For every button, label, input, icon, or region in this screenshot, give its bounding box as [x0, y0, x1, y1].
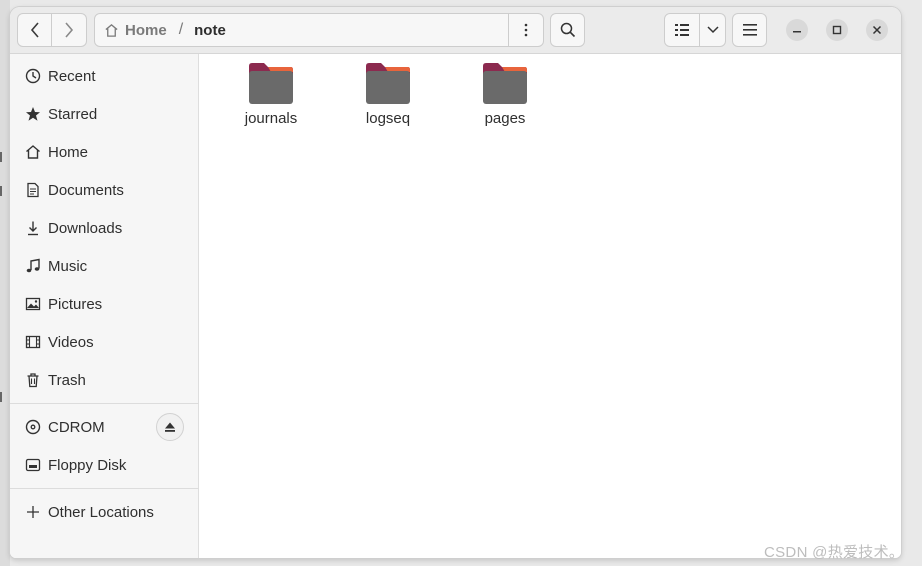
home-icon: [105, 23, 118, 37]
maximize-icon: [832, 25, 842, 35]
minimize-button[interactable]: [786, 19, 808, 41]
desktop-mark: [0, 152, 4, 162]
picture-icon: [24, 295, 42, 313]
sidebar-item-home[interactable]: Home: [10, 134, 199, 170]
sidebar-item-label: Home: [48, 143, 89, 161]
sidebar-item-label: Starred: [48, 105, 98, 123]
minimize-icon: [793, 31, 801, 33]
sidebar-item-label: Downloads: [48, 219, 123, 237]
document-icon: [24, 181, 42, 199]
breadcrumb-current[interactable]: note: [194, 22, 226, 39]
sidebar-item-music[interactable]: Music: [10, 248, 199, 284]
sidebar-item-videos[interactable]: Videos: [10, 324, 199, 360]
vertical-dots-icon: [524, 23, 528, 37]
search-button[interactable]: [550, 13, 585, 47]
folder-item[interactable]: logseq: [338, 62, 438, 132]
breadcrumb-home-label: Home: [125, 21, 167, 39]
sidebar-item-recent[interactable]: Recent: [10, 58, 199, 94]
list-view-button[interactable]: [664, 13, 700, 47]
sidebar-item-label: Videos: [48, 333, 94, 351]
sidebar-item-starred[interactable]: Starred: [10, 96, 199, 132]
sidebar-item-label: Recent: [48, 67, 96, 85]
sidebar-item-label: Other Locations: [48, 503, 154, 521]
header-bar: Home / note: [10, 7, 901, 54]
eject-button[interactable]: [156, 413, 184, 441]
sidebar-item-label: Documents: [48, 181, 124, 199]
sidebar-item-documents[interactable]: Documents: [10, 172, 199, 208]
file-name: pages: [484, 110, 526, 127]
folder-item[interactable]: pages: [455, 62, 555, 132]
sidebar-item-other-locations[interactable]: Other Locations: [10, 494, 199, 530]
video-icon: [24, 333, 42, 351]
sidebar-item-label: Floppy Disk: [48, 456, 127, 474]
chevron-down-icon: [706, 26, 719, 34]
close-icon: [872, 25, 882, 35]
music-icon: [24, 257, 42, 275]
file-view: journals logseq pages: [200, 54, 901, 558]
search-icon: [560, 22, 575, 38]
close-button[interactable]: [866, 19, 888, 41]
path-bar: Home / note: [94, 13, 544, 47]
forward-button[interactable]: [52, 13, 87, 47]
folder-icon: [483, 63, 527, 104]
breadcrumb-home[interactable]: Home: [95, 14, 167, 46]
back-button[interactable]: [17, 13, 52, 47]
home-icon: [24, 143, 42, 161]
desktop-mark: [0, 186, 4, 196]
sidebar: Recent Starred Home Documents Downloads …: [10, 54, 199, 558]
download-icon: [24, 219, 42, 237]
watermark: CSDN @热爱技术。: [764, 544, 905, 561]
chevron-right-icon: [65, 22, 74, 38]
sidebar-item-label: CDROM: [48, 418, 105, 436]
sidebar-item-label: Pictures: [48, 295, 103, 313]
sidebar-item-trash[interactable]: Trash: [10, 362, 199, 398]
breadcrumb-separator: /: [178, 21, 184, 38]
sidebar-divider: [10, 403, 199, 404]
file-name: logseq: [365, 110, 411, 127]
sidebar-divider: [10, 488, 199, 489]
view-options-dropdown[interactable]: [700, 13, 726, 47]
sidebar-item-floppy-disk[interactable]: Floppy Disk: [10, 447, 199, 483]
folder-icon: [249, 63, 293, 104]
sidebar-item-downloads[interactable]: Downloads: [10, 210, 199, 246]
hamburger-icon: [742, 24, 757, 36]
path-menu-button[interactable]: [508, 14, 543, 46]
maximize-button[interactable]: [826, 19, 848, 41]
list-view-icon: [675, 24, 689, 36]
plus-icon: [24, 503, 42, 521]
main-menu-button[interactable]: [732, 13, 767, 47]
file-manager-window: Home / note Recent Starred Home Document…: [10, 7, 901, 558]
trash-icon: [24, 371, 42, 389]
clock-icon: [24, 67, 42, 85]
star-icon: [24, 105, 42, 123]
folder-item[interactable]: journals: [221, 62, 321, 132]
desktop-mark: [0, 392, 4, 402]
disc-icon: [24, 418, 42, 436]
folder-icon: [366, 63, 410, 104]
chevron-left-icon: [30, 22, 39, 38]
sidebar-item-label: Trash: [48, 371, 86, 389]
drive-icon: [24, 456, 42, 474]
sidebar-item-label: Music: [48, 257, 88, 275]
desktop-background-strip: [0, 0, 10, 566]
sidebar-item-pictures[interactable]: Pictures: [10, 286, 199, 322]
file-name: journals: [244, 110, 298, 127]
eject-icon: [165, 422, 175, 432]
